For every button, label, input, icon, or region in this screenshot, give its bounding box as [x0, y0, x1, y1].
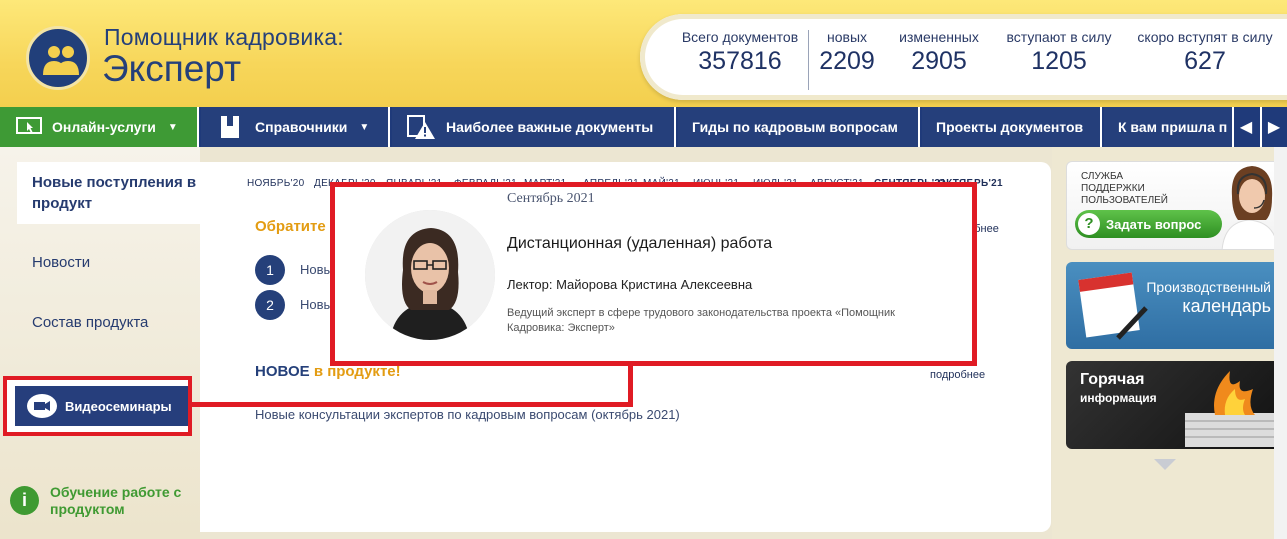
ask-question-label: Задать вопрос — [1106, 216, 1202, 232]
stat-new[interactable]: новых 2209 — [814, 29, 880, 76]
sidebar-item-new-arrivals[interactable]: Новые поступления в продукт — [17, 162, 217, 224]
learn-product-link[interactable]: Обучение работе с продуктом — [50, 484, 190, 518]
list-item[interactable]: Новы — [300, 297, 333, 312]
scroll-down-arrow-icon[interactable] — [1154, 459, 1176, 470]
support-banner[interactable]: СЛУЖБА ПОДДЕРЖКИ ПОЛЬЗОВАТЕЛЕЙ ? Задать … — [1066, 161, 1285, 250]
highlight-connector — [190, 402, 633, 407]
webinar-lecturer: Лектор: Майорова Кристина Алексеевна — [507, 277, 753, 292]
burning-newspapers-icon — [1185, 371, 1275, 447]
calendar-icon — [1078, 272, 1148, 340]
lecturer-photo — [365, 210, 495, 340]
webinar-description: Ведущий эксперт в сфере трудового законо… — [507, 307, 895, 334]
divider — [808, 30, 809, 90]
stat-label: скоро вступят в силу — [1137, 29, 1273, 45]
list-item[interactable]: Новы — [300, 262, 333, 277]
stat-label: вступают в силу — [1006, 29, 1112, 45]
section-new-title-a: НОВОЕ — [255, 363, 310, 380]
info-icon[interactable]: i — [10, 486, 39, 515]
header: Помощник кадровика: Эксперт Всего докуме… — [0, 0, 1287, 107]
nav-label: Справочники — [255, 119, 348, 135]
stat-label: Всего документов — [681, 29, 799, 45]
stat-value: 2209 — [819, 47, 875, 75]
nav-references[interactable]: Справочники ▼ — [201, 107, 390, 147]
nav-incoming[interactable]: К вам пришла п — [1104, 107, 1234, 147]
production-calendar-banner[interactable]: Производственный календарь — [1066, 262, 1285, 349]
calendar-line1: Производственный — [1146, 279, 1271, 295]
nav-label: К вам пришла п — [1118, 119, 1228, 135]
chevron-down-icon: ▼ — [167, 121, 178, 133]
ask-question-button[interactable]: ? Задать вопрос — [1075, 210, 1222, 238]
stat-value: 627 — [1184, 47, 1226, 75]
nav-label: Наиболее важные документы — [446, 119, 654, 135]
stat-value: 1205 — [1031, 47, 1087, 75]
webinar-title[interactable]: Дистанционная (удаленная) работа — [507, 235, 772, 253]
stat-value: 2905 — [911, 47, 967, 75]
people-icon — [43, 46, 79, 75]
hot-info-line1: Горячая — [1080, 371, 1145, 388]
calendar-label: Производственный календарь — [1146, 278, 1271, 316]
webinar-date: Сентябрь 2021 — [507, 191, 595, 206]
brand-subtitle: Помощник кадровика: — [104, 24, 344, 50]
stat-total[interactable]: Всего документов 357816 — [678, 29, 802, 76]
book-icon — [221, 116, 239, 138]
month-tab[interactable]: НОЯБРЬ'20 — [247, 178, 305, 189]
nav-next-arrow-icon[interactable]: ▶ — [1260, 107, 1286, 147]
stat-changed[interactable]: измененных 2905 — [896, 29, 982, 76]
monitor-cursor-icon — [16, 117, 42, 134]
more-link[interactable]: подробнее — [930, 369, 985, 381]
logo[interactable] — [26, 26, 90, 90]
stat-label: новых — [826, 29, 868, 45]
hot-info-banner[interactable]: Горячая информация — [1066, 361, 1285, 449]
sidebar-item-product-contents[interactable]: Состав продукта — [32, 314, 148, 331]
nav-guides[interactable]: Гиды по кадровым вопросам — [678, 107, 920, 147]
nav-label: Проекты документов — [936, 119, 1084, 135]
item-number: 2 — [255, 290, 285, 320]
item-number: 1 — [255, 255, 285, 285]
support-label: СЛУЖБА ПОДДЕРЖКИ ПОЛЬЗОВАТЕЛЕЙ — [1081, 171, 1168, 206]
section-important-title: Обратите — [255, 218, 326, 235]
brand-title: Эксперт — [102, 48, 242, 89]
stat-in-force[interactable]: вступают в силу 1205 — [1002, 29, 1116, 76]
highlight-connector — [628, 364, 633, 407]
question-icon: ? — [1078, 213, 1100, 235]
chevron-down-icon: ▼ — [359, 121, 370, 133]
nav-important-docs[interactable]: Наиболее важные документы — [392, 107, 676, 147]
video-seminars-label: Видеосеминары — [65, 398, 172, 414]
nav-label: Гиды по кадровым вопросам — [692, 119, 898, 135]
calendar-line2: календарь — [1182, 296, 1271, 316]
webinar-popup[interactable]: Сентябрь 2021 Дистанционная (удаленная) … — [330, 182, 977, 366]
list-item[interactable]: Новые консультации экспертов по кадровым… — [255, 407, 680, 422]
video-camera-icon — [27, 394, 57, 418]
nav-online-services[interactable]: Онлайн-услуги ▼ — [0, 107, 199, 147]
scrollbar[interactable] — [1274, 147, 1287, 539]
nav-prev-arrow-icon[interactable]: ◀ — [1232, 107, 1258, 147]
document-stats: Всего документов 357816 новых 2209 измен… — [640, 14, 1287, 100]
video-seminars-button[interactable]: Видеосеминары — [15, 386, 188, 426]
stat-value: 357816 — [698, 47, 782, 75]
nav-draft-docs[interactable]: Проекты документов — [922, 107, 1102, 147]
warning-doc-icon — [407, 115, 435, 139]
stat-label: измененных — [899, 29, 979, 45]
sidebar-item-news[interactable]: Новости — [32, 254, 90, 271]
main-nav: Онлайн-услуги ▼ Справочники ▼ Наиболее в… — [0, 107, 1287, 147]
hot-info-line2: информация — [1080, 391, 1157, 405]
nav-label: Онлайн-услуги — [52, 119, 156, 135]
stat-soon[interactable]: скоро вступят в силу 627 — [1134, 29, 1276, 76]
video-seminars-highlight: Видеосеминары — [3, 376, 192, 436]
